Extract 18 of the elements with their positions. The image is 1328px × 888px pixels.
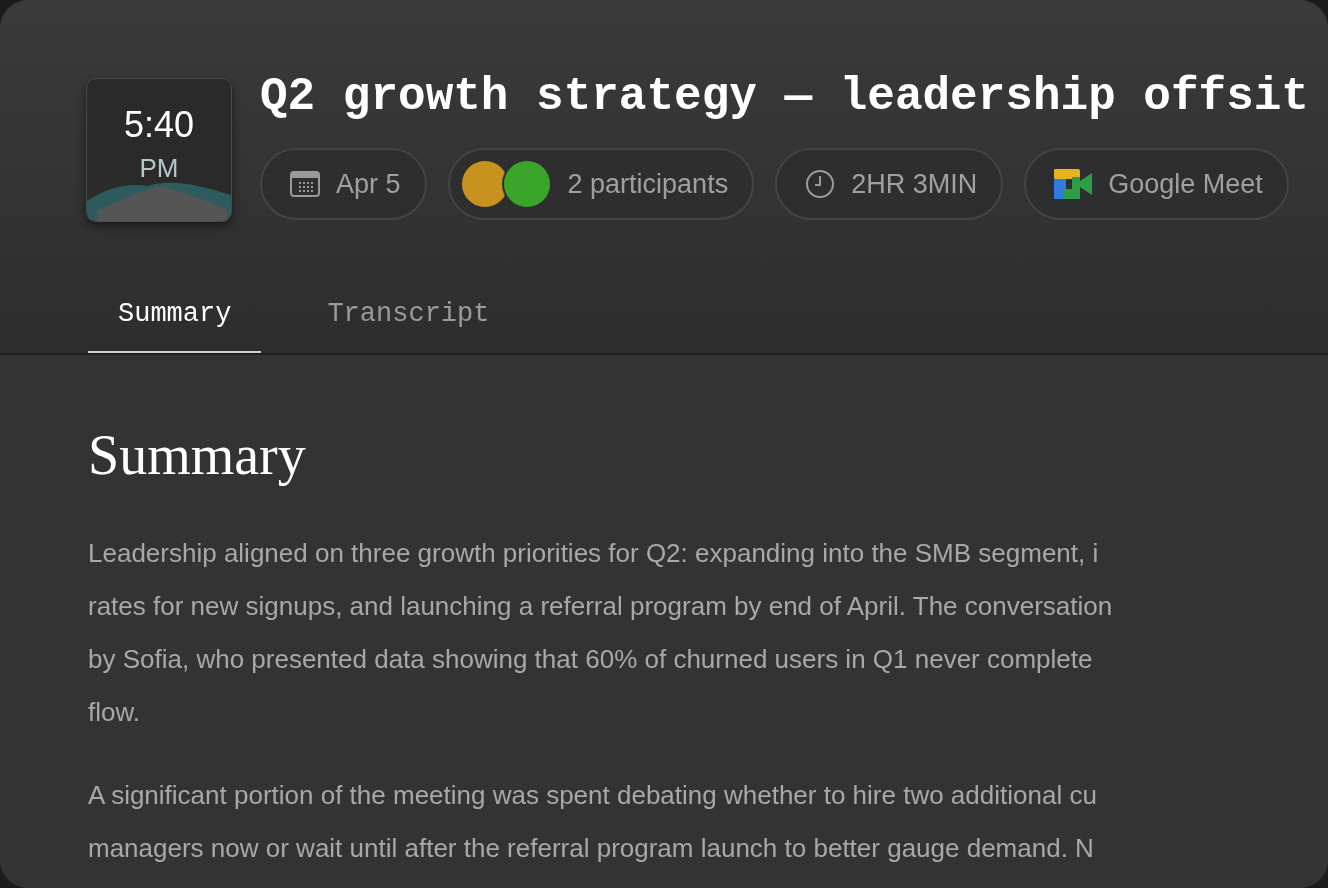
tab[interactable]: Summary: [88, 294, 262, 353]
clock-time: 5:40: [123, 107, 195, 143]
calendar-icon: [290, 171, 320, 197]
chip-label: 2HR 3MIN: [851, 167, 978, 201]
summary-line: A significant portion of the meeting was spent debating whether to hire two additional cu: [88, 778, 1098, 812]
meeting-title: Q2 growth strategy — leadership offsit: [260, 76, 1309, 118]
summary-line: managers now or wait until after the referral program launch to better gauge demand. N: [88, 831, 1095, 865]
summary-line: by Sofia, who presented data showing that 60% of churned users in Q1 never complete: [88, 642, 1094, 676]
summary-line: flow.: [88, 695, 142, 729]
summary-line: Leadership aligned on three growth priorities for Q2: expanding into the SMB segment, i: [88, 536, 1100, 570]
clock-period: PM: [139, 155, 179, 181]
clock-icon: [805, 169, 836, 199]
summary-line: rates for new signups, and launching a referral program by end of April. The conversation: [88, 589, 1114, 623]
chip-label: 2 participants: [567, 167, 729, 201]
chip-label: Apr 5: [336, 167, 401, 201]
tab[interactable]: Transcript: [297, 294, 520, 353]
video-camera-icon: [1054, 169, 1093, 199]
chip-label: Google Meet: [1108, 167, 1263, 201]
